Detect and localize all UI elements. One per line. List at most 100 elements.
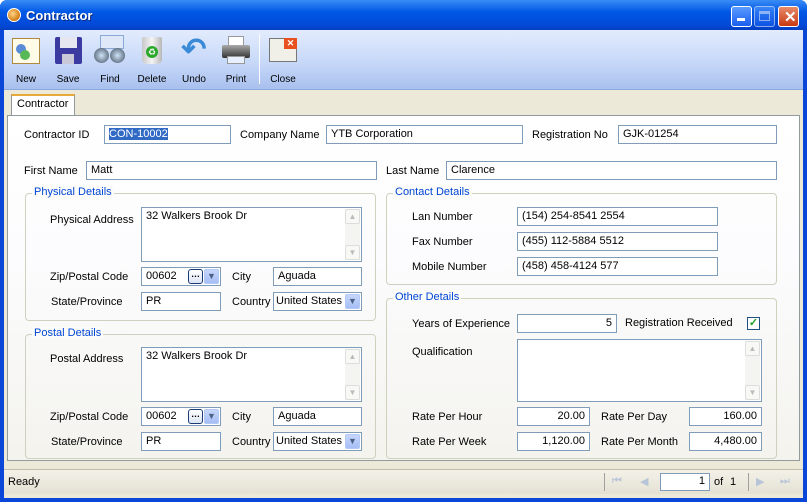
postal-details-title: Postal Details — [32, 327, 104, 339]
ellipsis-icon[interactable]: … — [188, 269, 203, 284]
postal-city-field[interactable]: Aguada — [273, 407, 362, 426]
close-button[interactable]: ✕ Close — [263, 34, 303, 88]
chevron-down-icon[interactable]: ▼ — [204, 409, 219, 424]
undo-arrow-icon: ↶ — [181, 33, 207, 66]
app-icon — [7, 8, 21, 22]
close-label: Close — [270, 74, 296, 85]
first-page-icon[interactable]: ⏮ — [612, 475, 622, 488]
new-button[interactable]: New — [6, 34, 46, 88]
first-name-field[interactable]: Matt — [86, 161, 377, 180]
postal-country-value: United States — [276, 435, 343, 447]
physical-zip-field[interactable]: 00602 … ▼ — [141, 267, 221, 286]
physical-country-value: United States — [276, 295, 343, 307]
postal-country-label: Country — [232, 436, 271, 448]
physical-zip-label: Zip/Postal Code — [50, 271, 129, 283]
client-area: New Save Find ♻ Delete ↶ Undo Print ✕ Cl… — [4, 30, 803, 498]
recycle-bin-icon: ♻ — [136, 34, 168, 66]
postal-details-group: Postal Details Postal Address 32 Walkers… — [25, 327, 376, 459]
registration-no-label: Registration No — [532, 129, 608, 141]
physical-details-title: Physical Details — [32, 186, 114, 198]
toolbar-separator — [259, 34, 260, 84]
scroll-down-icon[interactable]: ▼ — [345, 385, 360, 400]
years-experience-label: Years of Experience — [412, 318, 511, 330]
page-of-label: of — [714, 476, 724, 488]
close-icon: ✕ — [784, 9, 797, 26]
rate-hour-label: Rate Per Hour — [412, 411, 483, 423]
ellipsis-icon[interactable]: … — [188, 409, 203, 424]
rate-day-field[interactable]: 160.00 — [689, 407, 762, 426]
rate-month-field[interactable]: 4,480.00 — [689, 432, 762, 451]
contractor-window: Contractor ✕ New Save Find ♻ Delete ↶ Un… — [0, 0, 807, 502]
scroll-up-icon[interactable]: ▲ — [345, 209, 360, 224]
new-label: New — [15, 74, 36, 85]
delete-button[interactable]: ♻ Delete — [132, 34, 172, 88]
scroll-down-icon[interactable]: ▼ — [745, 385, 760, 400]
postal-state-label: State/Province — [51, 436, 123, 448]
tab-strip: Contractor — [4, 90, 803, 116]
other-details-group: Other Details Years of Experience 5 Regi… — [386, 291, 777, 459]
physical-address-scrollbar[interactable]: ▲ ▼ — [345, 209, 360, 260]
print-button[interactable]: Print — [216, 34, 256, 88]
title-bar[interactable]: Contractor ✕ — [0, 0, 807, 30]
contractor-panel: Contractor ID CON-10002 Company Name YTB… — [7, 115, 800, 461]
postal-address-textarea[interactable]: 32 Walkers Brook Dr ▲ ▼ — [141, 347, 362, 402]
postal-address-value: 32 Walkers Brook Dr — [146, 350, 248, 362]
find-label: Find — [100, 74, 120, 85]
undo-label: Undo — [182, 74, 206, 85]
company-name-field[interactable]: YTB Corporation — [326, 125, 523, 144]
print-label: Print — [225, 74, 247, 85]
mobile-number-label: Mobile Number — [412, 261, 487, 273]
fax-number-label: Fax Number — [412, 236, 473, 248]
previous-page-icon[interactable]: ◀ — [640, 475, 648, 488]
registration-no-field[interactable]: GJK-01254 — [618, 125, 777, 144]
scroll-down-icon[interactable]: ▼ — [345, 245, 360, 260]
delete-label: Delete — [137, 74, 167, 85]
checkmark-icon: ✓ — [748, 317, 759, 329]
qualification-scrollbar[interactable]: ▲ ▼ — [745, 341, 760, 400]
postal-zip-value: 00602 — [146, 410, 177, 422]
postal-country-select[interactable]: United States ▼ — [273, 432, 362, 451]
printer-icon — [220, 34, 252, 66]
qualification-label: Qualification — [412, 346, 473, 358]
header-divider — [21, 150, 777, 151]
registration-received-checkbox[interactable]: ✓ — [747, 317, 760, 330]
page-number-field[interactable]: 1 — [660, 473, 710, 491]
minimize-button[interactable] — [731, 6, 752, 27]
rate-week-field[interactable]: 1,120.00 — [517, 432, 590, 451]
physical-country-select[interactable]: United States ▼ — [273, 292, 362, 311]
next-page-icon[interactable]: ▶ — [756, 475, 764, 488]
tab-contractor[interactable]: Contractor — [11, 94, 75, 116]
chevron-down-icon[interactable]: ▼ — [204, 269, 219, 284]
physical-zip-value: 00602 — [146, 270, 177, 282]
save-button[interactable]: Save — [48, 34, 88, 88]
find-button[interactable]: Find — [90, 34, 130, 88]
fax-number-field[interactable]: (455) 112-5884 5512 — [517, 232, 718, 251]
registration-received-label: Registration Received — [625, 317, 733, 329]
qualification-textarea[interactable]: ▲ ▼ — [517, 339, 762, 402]
undo-button[interactable]: ↶ Undo — [174, 34, 214, 88]
scroll-up-icon[interactable]: ▲ — [345, 349, 360, 364]
last-name-field[interactable]: Clarence — [446, 161, 777, 180]
chevron-down-icon[interactable]: ▼ — [345, 434, 360, 449]
close-window-button[interactable]: ✕ — [778, 6, 799, 27]
rate-hour-field[interactable]: 20.00 — [517, 407, 590, 426]
new-record-icon — [10, 34, 42, 66]
mobile-number-field[interactable]: (458) 458-4124 577 — [517, 257, 718, 276]
contact-details-title: Contact Details — [393, 186, 472, 198]
last-name-label: Last Name — [386, 165, 440, 177]
years-experience-field[interactable]: 5 — [517, 314, 617, 333]
contractor-id-field[interactable]: CON-10002 — [104, 125, 231, 144]
scroll-up-icon[interactable]: ▲ — [745, 341, 760, 356]
last-page-icon[interactable]: ⏭ — [780, 475, 790, 488]
postal-state-field[interactable]: PR — [141, 432, 221, 451]
postal-address-label: Postal Address — [50, 353, 124, 365]
chevron-down-icon[interactable]: ▼ — [345, 294, 360, 309]
physical-state-field[interactable]: PR — [141, 292, 221, 311]
physical-city-field[interactable]: Aguada — [273, 267, 362, 286]
maximize-button[interactable] — [754, 6, 775, 27]
postal-address-scrollbar[interactable]: ▲ ▼ — [345, 349, 360, 400]
lan-number-field[interactable]: (154) 254-8541 2554 — [517, 207, 718, 226]
postal-zip-field[interactable]: 00602 … ▼ — [141, 407, 221, 426]
status-bar: Ready ⏮ ◀ 1 of 1 ▶ ⏭ — [4, 469, 803, 494]
physical-address-textarea[interactable]: 32 Walkers Brook Dr ▲ ▼ — [141, 207, 362, 262]
